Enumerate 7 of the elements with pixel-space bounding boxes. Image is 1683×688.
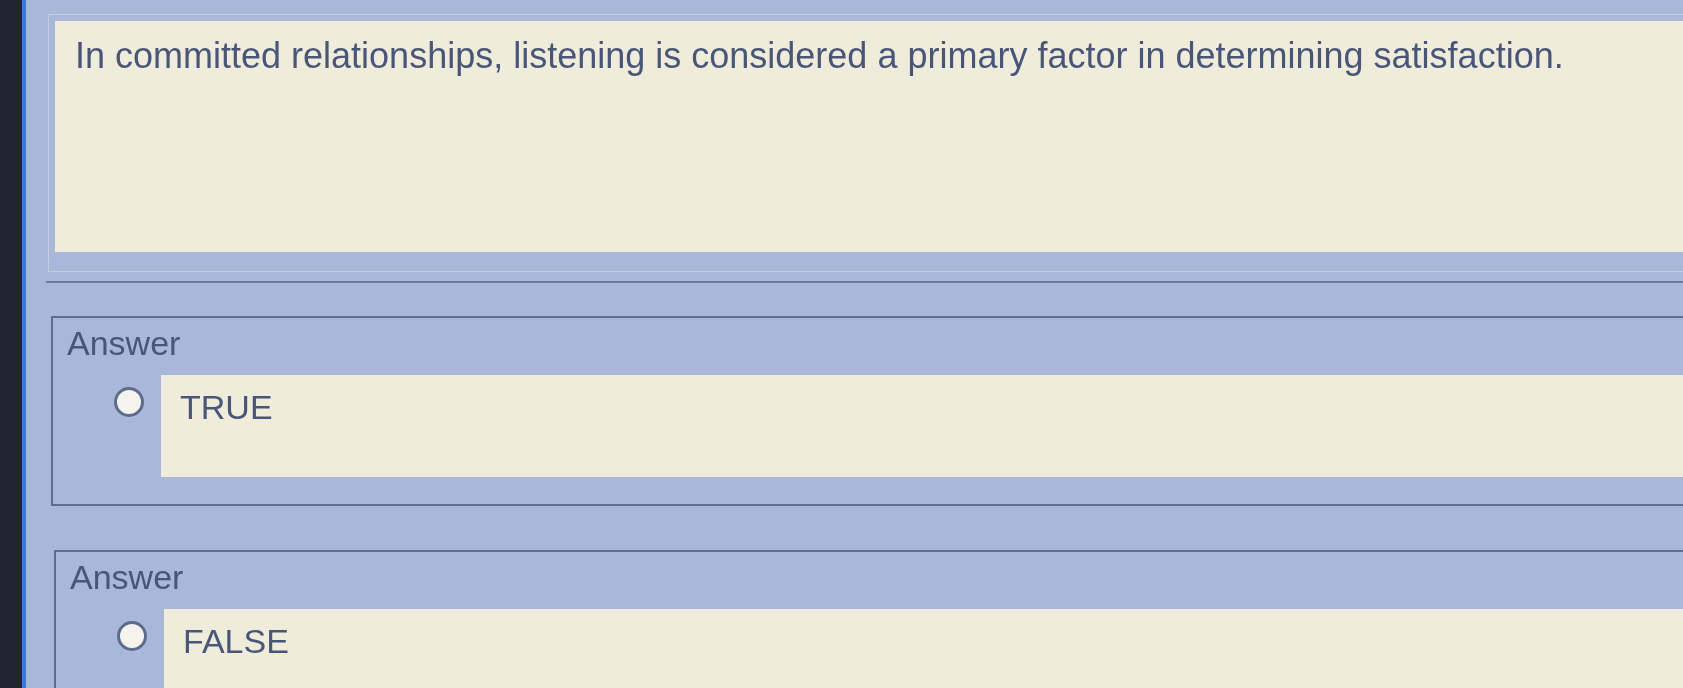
option-label[interactable]: FALSE — [183, 622, 289, 660]
answer-heading: Answer — [69, 557, 185, 598]
answer-heading: Answer — [66, 323, 182, 364]
radio-button[interactable] — [117, 621, 147, 651]
radio-button[interactable] — [114, 387, 144, 417]
question-text: In committed relationships, listening is considered a primary factor in determining satisfaction. — [75, 35, 1565, 77]
option-label[interactable]: TRUE — [180, 388, 273, 426]
